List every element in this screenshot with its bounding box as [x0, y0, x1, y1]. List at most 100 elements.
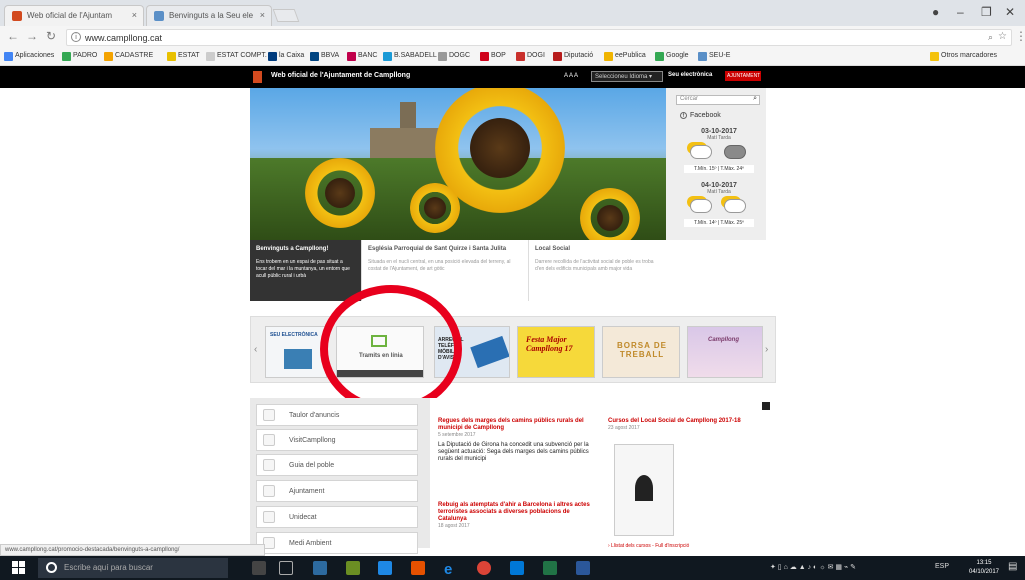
seu-favicon-icon [154, 11, 164, 21]
bookmark-item[interactable]: eePublica [604, 52, 646, 61]
edge-icon[interactable]: e [444, 561, 458, 578]
bookmark-item[interactable]: Google [655, 52, 689, 61]
close-window-icon[interactable]: ✕ [1005, 5, 1015, 19]
guide-icon [263, 459, 275, 471]
bookmark-item[interactable]: Diputació [553, 52, 593, 61]
seu-link[interactable]: Seu electrònica [668, 72, 712, 78]
bookmark-item[interactable]: ESTAT COMPT. [206, 52, 267, 61]
bookmark-star-icon[interactable]: ☆ [998, 31, 1007, 42]
taskbar-search-input[interactable]: Escribe aquí para buscar [38, 558, 228, 578]
new-tab-button[interactable] [272, 9, 300, 22]
townhall-icon [263, 485, 275, 497]
bookmark-item[interactable]: BBVA [310, 52, 339, 61]
bookmark-item[interactable]: DOGI [516, 52, 545, 61]
tab-web-oficial[interactable]: Web oficial de l'Ajuntam × [4, 5, 144, 26]
excel-icon[interactable] [543, 561, 557, 575]
bookmark-item[interactable]: ESTAT [167, 52, 200, 61]
quick-links-menu: Taulor d'anuncis VisitCampllong Guia del… [250, 398, 430, 554]
close-tab-icon[interactable]: × [132, 10, 137, 20]
menu-dots-icon[interactable]: ⋮ [1015, 29, 1025, 43]
bop-icon [480, 52, 489, 61]
courses-link[interactable]: › Llistat dels cursos - Full d'inscripci… [608, 543, 689, 549]
seu-e-icon [698, 52, 707, 61]
other-bookmarks[interactable]: Otros marcadores [930, 52, 997, 61]
close-tab-icon[interactable]: × [260, 10, 265, 20]
bookmark-item[interactable]: B.SABADELL [383, 52, 437, 61]
bookmark-item[interactable]: la Caixa [268, 52, 304, 61]
banner-campllong[interactable]: Campllong [687, 326, 763, 378]
news-item[interactable]: Regues dels marges dels camins públics r… [438, 418, 590, 463]
weather-day: 04-10-2017 Matí Tarda T.Mín. 14º | T.Màx… [684, 182, 754, 227]
taskbar-clock[interactable]: 13:15 04/10/2017 [964, 559, 1004, 577]
bookmark-item[interactable]: BOP [480, 52, 506, 61]
menu-unidecat[interactable]: Unidecat [256, 506, 418, 528]
tab-benvinguts[interactable]: Benvinguts a la Seu ele × [146, 5, 272, 26]
office-icon[interactable] [411, 561, 425, 575]
url-input[interactable]: i www.campllong.cat ⌕ ☆ [66, 29, 1012, 46]
bookmark-item[interactable]: DOGC [438, 52, 470, 61]
carousel-prev-icon[interactable]: ‹ [254, 344, 257, 355]
bookmark-item[interactable]: CADASTRE [104, 52, 153, 61]
visit-icon [263, 434, 275, 446]
menu-visitcampllong[interactable]: VisitCampllong [256, 429, 418, 451]
bookmarks-bar: Aplicaciones PADRO CADASTRE ESTAT ESTAT … [0, 48, 1025, 66]
page-icon [206, 52, 215, 61]
hero-sunflower-image[interactable] [250, 88, 666, 240]
language-indicator[interactable]: ESP [935, 563, 949, 570]
banner-festa-major[interactable]: Festa Major Campllong 17 [517, 326, 595, 378]
expand-icon[interactable] [762, 402, 770, 410]
banner-borsa-treball[interactable]: BORSA DE TREBALL [602, 326, 680, 378]
bookmark-item[interactable]: PADRO [62, 52, 97, 61]
font-size-control[interactable]: A A A [564, 73, 578, 79]
minimize-icon[interactable]: – [957, 5, 964, 19]
carousel-next-icon[interactable]: › [765, 344, 768, 355]
site-title[interactable]: Web oficial de l'Ajuntament de Campllong [271, 72, 410, 79]
news-card-local-social[interactable]: Local Social Darrere recollida de l'acti… [528, 240, 666, 301]
apps-grid-icon [4, 52, 13, 61]
seu-badge[interactable]: AJUNTAMENT [725, 71, 761, 81]
language-select[interactable]: Seleccioneu Idioma ▾ [591, 71, 663, 82]
app-icon[interactable] [346, 561, 360, 575]
windows-start-icon[interactable] [12, 561, 25, 574]
status-bar: www.campllong.cat/promocio-destacada/ben… [0, 544, 265, 556]
dogc-icon [438, 52, 447, 61]
network-app-icon[interactable] [313, 561, 327, 575]
town-logo-icon[interactable] [253, 71, 262, 83]
menu-taulor-anuncis[interactable]: Taulor d'anuncis [256, 404, 418, 426]
system-tray-icons[interactable]: ✦ ▯ ⌂ ☁ ▲ ♪ ◐ ☼ ✉ ▦ ⌁ ✎ [770, 563, 856, 571]
bookmark-item[interactable]: BANC [347, 52, 377, 61]
featured-item[interactable]: Cursos del Local Social de Campllong 201… [608, 418, 768, 431]
site-header: Web oficial de l'Ajuntament de Campllong… [0, 66, 1025, 88]
word-icon[interactable] [576, 561, 590, 575]
banc-icon [347, 52, 356, 61]
mic-icon[interactable] [252, 561, 266, 575]
task-view-icon[interactable] [279, 561, 293, 575]
profile-icon[interactable]: ● [932, 5, 939, 19]
right-sidebar: Cercar ⌕ f Facebook 03-10-2017 Matí Tarda… [666, 88, 766, 240]
maximize-icon[interactable]: ❐ [981, 5, 992, 19]
news-item[interactable]: Rebuig als atemptats d'ahir a Barcelona … [438, 502, 590, 529]
store-icon[interactable] [510, 561, 524, 575]
news-card-benvinguts[interactable]: Benvinguts a Campllong! Ens trobem en un… [250, 240, 361, 301]
site-info-icon[interactable]: i [71, 32, 81, 42]
bookmark-item[interactable]: Aplicaciones [4, 52, 54, 61]
forward-arrow-icon[interactable]: → [26, 29, 38, 43]
diputacio-icon [553, 52, 562, 61]
menu-guia-poble[interactable]: Guia del poble [256, 454, 418, 476]
back-arrow-icon[interactable]: ← [7, 29, 19, 43]
menu-medi-ambient[interactable]: Medi Ambient [256, 532, 418, 554]
zoom-icon[interactable]: ⌕ [988, 32, 993, 43]
reload-icon[interactable]: ↻ [46, 29, 56, 43]
search-icon[interactable]: ⌕ [753, 95, 757, 103]
menu-ajuntament[interactable]: Ajuntament [256, 480, 418, 502]
facebook-link[interactable]: f Facebook [680, 112, 721, 119]
cadastre-icon [104, 52, 113, 61]
app-icon[interactable] [378, 561, 392, 575]
courses-poster-image[interactable] [614, 444, 674, 536]
bookmark-item[interactable]: SEU-E [698, 52, 730, 61]
notifications-icon[interactable]: ▤ [1008, 561, 1017, 572]
chrome-icon[interactable] [477, 561, 491, 575]
search-input[interactable]: Cercar ⌕ [676, 95, 760, 105]
banner-seu-electronica[interactable]: SEU ELECTRÒNICA [265, 326, 327, 378]
sabadell-icon [383, 52, 392, 61]
